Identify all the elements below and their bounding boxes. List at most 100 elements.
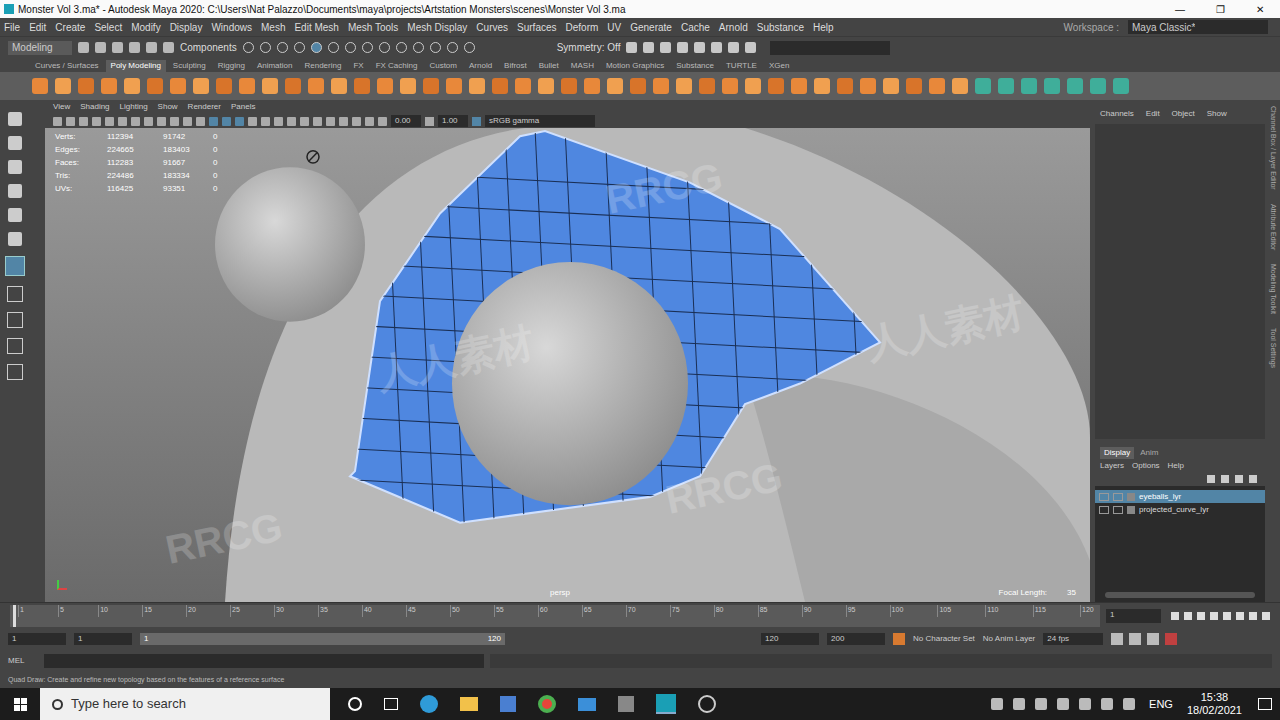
exposure-field[interactable]: 0.00 bbox=[391, 115, 421, 127]
layer-row[interactable]: projected_curve_lyr bbox=[1095, 503, 1265, 516]
shelf-tab[interactable]: TURTLE bbox=[721, 60, 762, 72]
panel-tool-icon[interactable] bbox=[313, 117, 322, 126]
shelf-tool-icon[interactable] bbox=[538, 78, 554, 94]
anim-layer[interactable]: No Anim Layer bbox=[983, 633, 1035, 645]
shelf-tool-icon[interactable] bbox=[883, 78, 899, 94]
playback-icon[interactable] bbox=[1223, 612, 1231, 620]
end-field[interactable]: 200 bbox=[827, 633, 885, 645]
render-icon[interactable] bbox=[745, 42, 756, 53]
shelf-tool-icon[interactable] bbox=[170, 78, 186, 94]
playback-icon[interactable] bbox=[1210, 612, 1218, 620]
shelf-tool-icon[interactable] bbox=[998, 78, 1014, 94]
color-space-select[interactable]: sRGB gamma bbox=[485, 115, 595, 127]
status-tool-icon[interactable] bbox=[163, 42, 174, 53]
panel-tool-icon[interactable] bbox=[170, 117, 179, 126]
shelf-tool-icon[interactable] bbox=[331, 78, 347, 94]
snap-icon[interactable] bbox=[345, 42, 356, 53]
shelf-tab[interactable]: FX bbox=[348, 60, 368, 72]
shelf-tab[interactable]: Rendering bbox=[299, 60, 346, 72]
layer-menu-item[interactable]: Layers bbox=[1100, 460, 1124, 472]
shelf-tab[interactable]: Arnold bbox=[464, 60, 497, 72]
current-frame-marker[interactable] bbox=[13, 605, 16, 627]
shelf-tool-icon[interactable] bbox=[423, 78, 439, 94]
menu-item[interactable]: File bbox=[4, 20, 20, 35]
timeline[interactable]: 1510152025303540455055606570758085909510… bbox=[10, 605, 1100, 627]
tray-icon[interactable] bbox=[1079, 698, 1091, 710]
range-icon[interactable] bbox=[1147, 633, 1159, 645]
shelf-tab[interactable]: Custom bbox=[424, 60, 462, 72]
shelf-tool-icon[interactable] bbox=[239, 78, 255, 94]
range-icon[interactable] bbox=[1165, 633, 1177, 645]
layer-row[interactable]: eyeballs_lyr bbox=[1095, 490, 1265, 503]
panel-tool-icon[interactable] bbox=[157, 117, 166, 126]
side-tab[interactable]: Attribute Editor bbox=[1267, 204, 1278, 250]
panel-tool-icon[interactable] bbox=[131, 117, 140, 126]
shelf-tool-icon[interactable] bbox=[1090, 78, 1106, 94]
chrome-icon[interactable] bbox=[538, 695, 556, 713]
status-tool-icon[interactable] bbox=[112, 42, 123, 53]
snap-icon[interactable] bbox=[430, 42, 441, 53]
cortana-icon[interactable] bbox=[348, 697, 362, 711]
shelf-tool-icon[interactable] bbox=[55, 78, 71, 94]
tool-icon[interactable] bbox=[8, 208, 22, 222]
panel-tool-icon[interactable] bbox=[261, 117, 270, 126]
shelf-tool-icon[interactable] bbox=[768, 78, 784, 94]
menu-item[interactable]: Mesh Display bbox=[407, 20, 467, 35]
status-tool-icon[interactable] bbox=[78, 42, 89, 53]
shelf-tool-icon[interactable] bbox=[469, 78, 485, 94]
shelf-tool-icon[interactable] bbox=[791, 78, 807, 94]
maya-taskbar-icon[interactable] bbox=[656, 694, 676, 714]
notification-icon[interactable] bbox=[1258, 698, 1272, 710]
layer-color-icon[interactable] bbox=[1127, 493, 1135, 501]
shelf-tab[interactable]: Sculpting bbox=[168, 60, 211, 72]
shelf-tab[interactable]: Substance bbox=[671, 60, 719, 72]
menu-item[interactable]: Deform bbox=[566, 20, 599, 35]
tray-icon[interactable] bbox=[991, 698, 1003, 710]
tray-icon[interactable] bbox=[1101, 698, 1113, 710]
shelf-tool-icon[interactable] bbox=[699, 78, 715, 94]
taskbar-search[interactable]: Type here to search bbox=[40, 688, 330, 720]
menu-item[interactable]: Display bbox=[170, 20, 203, 35]
symmetry-label[interactable]: Symmetry: Off bbox=[557, 40, 621, 55]
shelf-tool-icon[interactable] bbox=[262, 78, 278, 94]
layer-color-icon[interactable] bbox=[1127, 506, 1135, 514]
panel-tool-icon[interactable] bbox=[222, 117, 231, 126]
shelf-tool-icon[interactable] bbox=[308, 78, 324, 94]
render-icon[interactable] bbox=[728, 42, 739, 53]
menu-item[interactable]: Create bbox=[55, 20, 85, 35]
panel-tool-icon[interactable] bbox=[92, 117, 101, 126]
panel-tool-icon[interactable] bbox=[352, 117, 361, 126]
panel-tool-icon[interactable] bbox=[274, 117, 283, 126]
tray-icon[interactable] bbox=[1035, 698, 1047, 710]
range-bar[interactable]: 1120 bbox=[140, 633, 505, 645]
channel-box-menu-item[interactable]: Channels bbox=[1100, 108, 1134, 120]
shelf-tool-icon[interactable] bbox=[285, 78, 301, 94]
tray-icon[interactable] bbox=[1013, 698, 1025, 710]
character-set[interactable]: No Character Set bbox=[913, 633, 975, 645]
snap-icon[interactable] bbox=[447, 42, 458, 53]
gamma-field[interactable]: 1.00 bbox=[438, 115, 468, 127]
menu-item[interactable]: UV bbox=[607, 20, 621, 35]
shelf-tool-icon[interactable] bbox=[860, 78, 876, 94]
snap-icon[interactable] bbox=[294, 42, 305, 53]
status-tool-icon[interactable] bbox=[95, 42, 106, 53]
tool-icon[interactable] bbox=[8, 232, 22, 246]
shelf-tool-icon[interactable] bbox=[1044, 78, 1060, 94]
shelf-tool-icon[interactable] bbox=[745, 78, 761, 94]
menu-item[interactable]: Edit bbox=[29, 20, 46, 35]
shelf-tool-icon[interactable] bbox=[446, 78, 462, 94]
task-view-icon[interactable] bbox=[384, 698, 398, 710]
snap-icon[interactable] bbox=[311, 42, 322, 53]
panel-tool-icon[interactable] bbox=[183, 117, 192, 126]
shelf-tool-icon[interactable] bbox=[78, 78, 94, 94]
shelf-tool-icon[interactable] bbox=[193, 78, 209, 94]
menu-item[interactable]: Mesh bbox=[261, 20, 285, 35]
fps-select[interactable]: 24 fps bbox=[1043, 633, 1103, 645]
menu-item[interactable]: Help bbox=[813, 20, 834, 35]
shelf-tool-icon[interactable] bbox=[952, 78, 968, 94]
status-tool-icon[interactable] bbox=[146, 42, 157, 53]
layer-scrollbar[interactable] bbox=[1105, 592, 1255, 598]
panel-tool-icon[interactable] bbox=[118, 117, 127, 126]
current-frame-field[interactable]: 1 bbox=[1106, 609, 1161, 623]
channel-box-menu-item[interactable]: Object bbox=[1172, 108, 1195, 120]
